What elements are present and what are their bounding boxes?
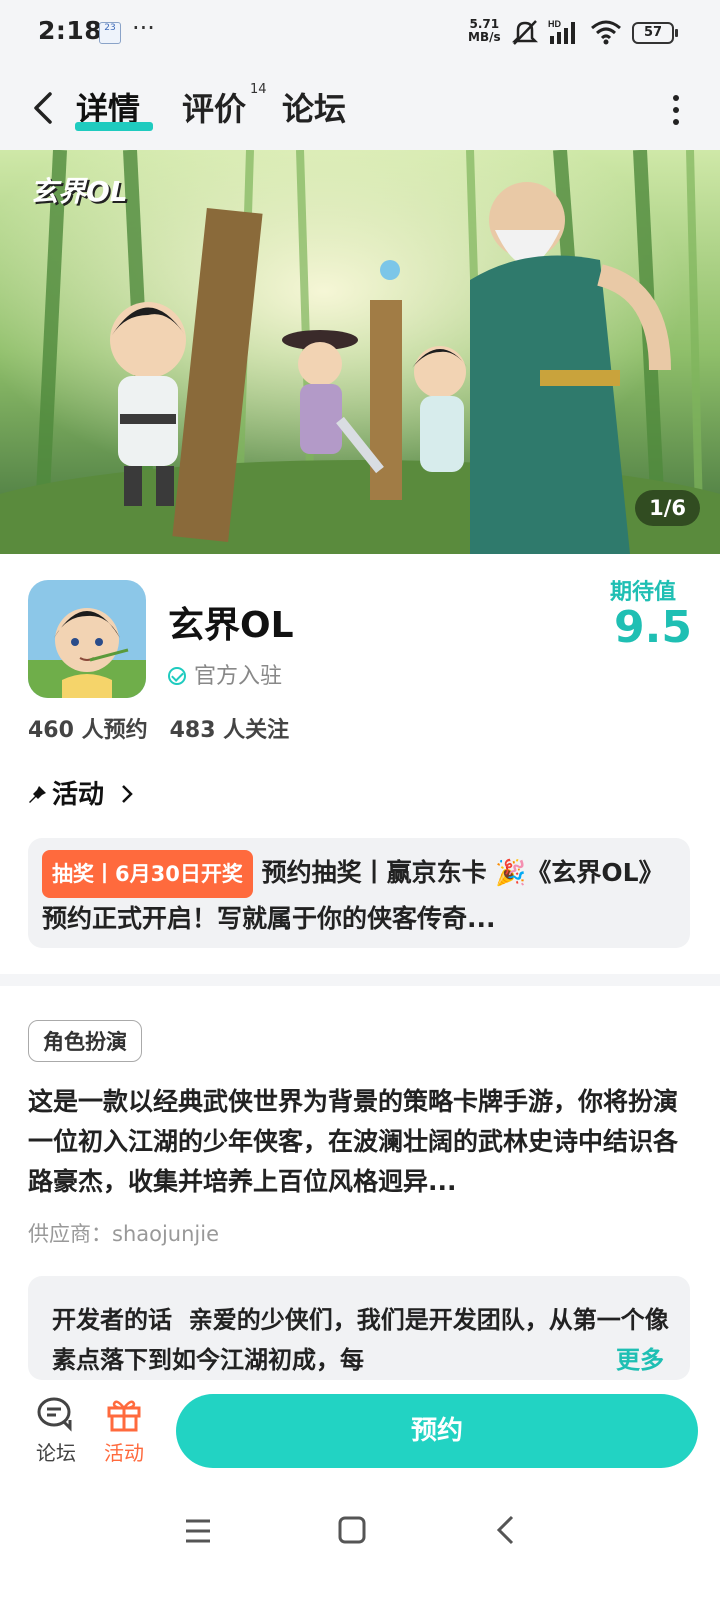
game-info-card: 玄界OL 官方入驻 期待值 9.5 460 人预约 483 人关注 活动 抽奖丨6… [0,554,720,974]
top-nav: 详情 评价 14 论坛 [0,66,720,150]
activity-content: 抽奖丨6月30日开奖 预约抽奖丨赢京东卡 🎉《玄界OL》预约正式开启！写就属于你… [42,850,682,940]
forum-label: 论坛 [36,1441,76,1465]
notification-overflow: ··· [132,14,155,42]
reservation-count: 460 人预约 [28,718,148,743]
pin-icon [29,786,46,803]
game-stats: 460 人预约 483 人关注 [28,712,311,744]
lottery-tag: 抽奖丨6月30日开奖 [42,850,253,898]
network-speed-unit: MB/s [468,30,501,44]
official-label: 官方入驻 [194,664,283,689]
developer-note-more-link[interactable]: 更多 [606,1340,664,1375]
game-icon [28,580,146,698]
tab-reviews[interactable]: 评价 [182,84,246,130]
network-speed: 5.71 MB/s [468,18,501,44]
bottom-action-bar: 论坛 活动 预约 [0,1380,720,1490]
system-back-icon[interactable] [494,1514,516,1546]
carousel-counter: 1/6 [635,490,700,526]
genre-tag[interactable]: 角色扮演 [28,1020,142,1062]
system-navigation-bar [0,1490,720,1600]
developer-note: 开发者的话 亲爱的少侠们，我们是开发团队，从第一个像素点落下到如今江湖初成，每 [52,1300,672,1380]
mute-icon [511,20,539,45]
status-time: 2:18 [38,16,103,45]
activity-heading: 活动 [52,780,105,810]
activity-section-header[interactable]: 活动 [28,774,135,811]
activity-label: 活动 [104,1441,144,1465]
review-count-badge: 14 [250,82,267,97]
tab-forum[interactable]: 论坛 [282,84,346,130]
game-description[interactable]: 这是一款以经典武侠世界为背景的策略卡牌手游，你将扮演一位初入江湖的少年侠客，在波… [28,1082,692,1202]
game-description-card: 角色扮演 这是一款以经典武侠世界为背景的策略卡牌手游，你将扮演一位初入江湖的少年… [0,986,720,1380]
chevron-right-icon [122,785,133,803]
signal-hd-label: HD [548,19,561,29]
activity-card[interactable]: 抽奖丨6月30日开奖 预约抽奖丨赢京东卡 🎉《玄界OL》预约正式开启！写就属于你… [28,838,690,948]
battery-icon: 57 [632,22,678,44]
official-badge: 官方入驻 [168,658,282,690]
signal-icon: HD [548,19,575,44]
verified-check-icon [168,667,186,685]
game-title: 玄界OL [168,605,294,646]
gift-icon [107,1400,141,1432]
developer-note-card[interactable]: 开发者的话 亲爱的少侠们，我们是开发团队，从第一个像素点落下到如今江湖初成，每 … [28,1276,690,1380]
more-options-icon[interactable] [670,94,682,126]
home-icon[interactable] [338,1516,366,1544]
banner-artwork [0,150,720,554]
status-bar: 2:18 23 ··· 5.71 MB/s HD 57 [0,0,720,66]
back-arrow-icon[interactable] [30,88,56,128]
expectation-score: 9.5 [614,602,692,653]
activity-button[interactable]: 活动 [94,1396,154,1466]
follower-count: 483 人关注 [169,718,290,743]
banner-logo: 玄界OL [30,175,128,208]
wifi-icon [591,20,621,45]
forum-button[interactable]: 论坛 [26,1396,86,1466]
supplier-info: 供应商：shaojunjie [28,1222,220,1246]
screenshot-carousel[interactable]: 玄界OL 1/6 [0,150,720,554]
forum-icon [37,1397,72,1432]
calendar-icon: 23 [99,22,121,44]
menu-icon[interactable] [184,1518,212,1544]
reserve-button[interactable]: 预约 [176,1394,698,1468]
developer-note-title: 开发者的话 [52,1306,172,1334]
active-tab-indicator [75,122,153,131]
